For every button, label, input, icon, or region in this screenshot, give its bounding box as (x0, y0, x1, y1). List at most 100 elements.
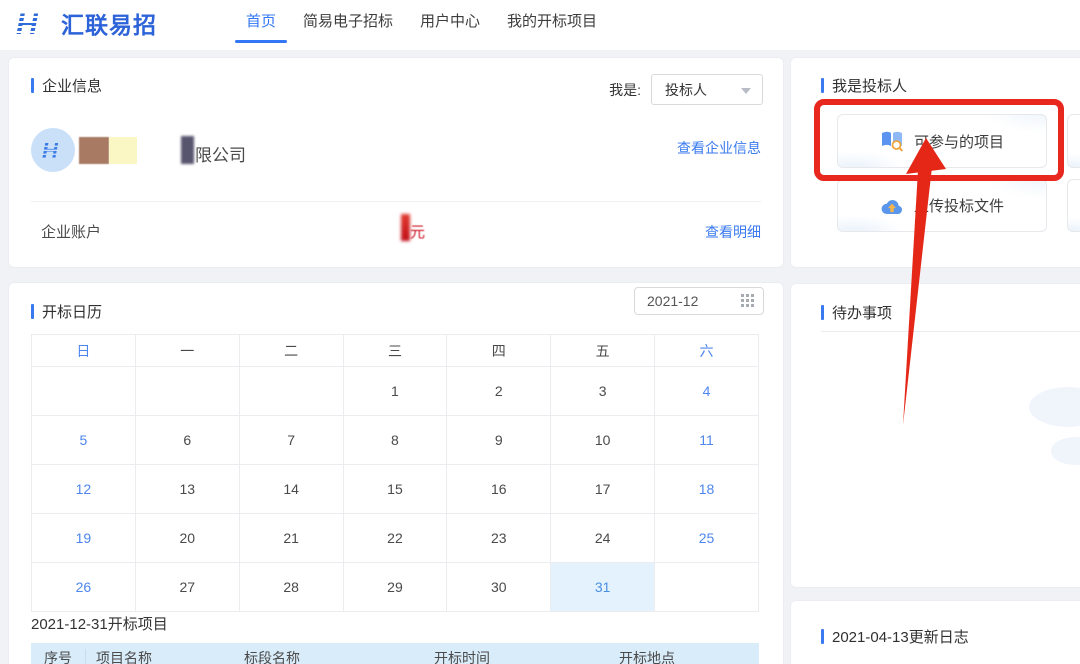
redacted-account-amount (401, 214, 410, 241)
nav-item-my-bid-opening[interactable]: 我的开标项目 (507, 0, 597, 46)
calendar-day[interactable]: 1 (343, 367, 447, 416)
company-avatar: H (31, 128, 75, 172)
calendar-day[interactable]: 25 (655, 514, 759, 563)
divider (31, 201, 761, 202)
brand-name: 汇联易招 (61, 6, 157, 40)
month-picker (634, 287, 764, 315)
calendar-day[interactable]: 15 (343, 465, 447, 514)
cloud-decoration (1029, 387, 1080, 427)
calendar-day[interactable]: 9 (447, 416, 551, 465)
open-projects-title: 2021-12-31开标项目 (31, 613, 168, 634)
calendar-day[interactable]: 23 (447, 514, 551, 563)
calendar-week-row: 12 13 14 15 16 17 18 (32, 465, 759, 514)
nav-item-user-center[interactable]: 用户中心 (420, 0, 480, 46)
column-header-open-place: 开标地点 (609, 648, 759, 664)
calendar-day-empty (655, 563, 759, 612)
role-select[interactable]: 投标人 (651, 74, 763, 105)
calendar-title: 开标日历 (31, 301, 102, 322)
todo-panel-title: 待办事项 (821, 302, 892, 323)
calendar-day[interactable]: 17 (551, 465, 655, 514)
book-search-icon (880, 130, 904, 152)
title-accent-bar (821, 78, 824, 93)
calendar-day[interactable]: 13 (135, 465, 239, 514)
column-header-section-name: 标段名称 (234, 648, 424, 664)
calendar-day[interactable]: 26 (32, 563, 136, 612)
calendar-day-empty (32, 367, 136, 416)
calendar-day[interactable]: 21 (239, 514, 343, 563)
joinable-projects-button[interactable]: 可参与的项目 (837, 114, 1047, 168)
calendar-week-row: 5 6 7 8 9 10 11 (32, 416, 759, 465)
calendar-panel: 开标日历 日 一 二 三 四 五 六 (8, 282, 784, 664)
title-accent-bar (31, 78, 34, 93)
calendar-day[interactable]: 12 (32, 465, 136, 514)
open-projects-table-header: 序号 项目名称 标段名称 开标时间 开标地点 (31, 643, 759, 664)
avatar-logo-icon: H (40, 139, 66, 161)
calendar-day[interactable]: 19 (32, 514, 136, 563)
nav-item-simple-ebidding[interactable]: 简易电子招标 (303, 0, 393, 46)
calendar-day[interactable]: 18 (655, 465, 759, 514)
calendar-day[interactable]: 5 (32, 416, 136, 465)
calendar-day-empty (239, 367, 343, 416)
calendar-day[interactable]: 30 (447, 563, 551, 612)
title-accent-bar (821, 629, 824, 644)
company-info-title: 企业信息 (31, 75, 102, 96)
brand-logo[interactable]: H 汇联易招 (14, 6, 157, 40)
cutoff-button[interactable] (1067, 114, 1080, 168)
calendar-day-empty (135, 367, 239, 416)
calendar-day[interactable]: 3 (551, 367, 655, 416)
calendar-day[interactable]: 10 (551, 416, 655, 465)
view-company-info-link[interactable]: 查看企业信息 (677, 138, 761, 158)
calendar-day[interactable]: 29 (343, 563, 447, 612)
cutoff-button[interactable] (1067, 179, 1080, 232)
joinable-projects-label: 可参与的项目 (914, 131, 1004, 152)
cloud-upload-icon (880, 197, 904, 215)
redacted-company-logo-block (109, 137, 137, 164)
company-info-panel: 企业信息 我是: 投标人 H 限公司 查看企业信息 企业账户 (8, 57, 784, 268)
weekday-header: 五 (551, 335, 655, 367)
account-label: 企业账户 (41, 221, 101, 242)
divider (821, 331, 1080, 332)
calendar-day[interactable]: 20 (135, 514, 239, 563)
weekday-header: 三 (343, 335, 447, 367)
bidder-panel: 我是投标人 可参与的项目 上传投标文件 (790, 57, 1080, 268)
calendar-day-selected[interactable]: 31 (551, 563, 655, 612)
calendar-grid-icon (741, 294, 755, 308)
title-accent-bar (31, 304, 34, 319)
title-accent-bar (821, 305, 824, 320)
upload-bid-file-label: 上传投标文件 (914, 195, 1004, 216)
view-account-detail-link[interactable]: 查看明细 (705, 222, 761, 242)
weekday-header: 四 (447, 335, 551, 367)
column-header-index: 序号 (31, 649, 86, 664)
calendar-day[interactable]: 7 (239, 416, 343, 465)
calendar-day[interactable]: 4 (655, 367, 759, 416)
role-row: 我是: 投标人 (609, 74, 763, 105)
redacted-company-name-block (181, 136, 194, 164)
calendar-day[interactable]: 2 (447, 367, 551, 416)
main-nav: 首页 简易电子招标 用户中心 我的开标项目 (246, 0, 597, 46)
column-header-open-time: 开标时间 (424, 648, 609, 664)
calendar-day[interactable]: 6 (135, 416, 239, 465)
calendar-day[interactable]: 16 (447, 465, 551, 514)
calendar-day[interactable]: 11 (655, 416, 759, 465)
nav-item-home[interactable]: 首页 (246, 0, 276, 46)
bidder-panel-title: 我是投标人 (821, 75, 907, 96)
weekday-header: 六 (655, 335, 759, 367)
svg-text:H: H (42, 139, 59, 161)
calendar-day[interactable]: 24 (551, 514, 655, 563)
calendar-day[interactable]: 27 (135, 563, 239, 612)
calendar-week-row: 1 2 3 4 (32, 367, 759, 416)
role-select-value: 投标人 (665, 80, 707, 100)
redacted-company-logo-block (79, 137, 109, 164)
role-label: 我是: (609, 80, 641, 100)
weekday-header: 日 (32, 335, 136, 367)
weekday-header: 一 (135, 335, 239, 367)
calendar-week-row: 26 27 28 29 30 31 (32, 563, 759, 612)
calendar-day[interactable]: 22 (343, 514, 447, 563)
chevron-down-icon (741, 88, 751, 94)
calendar-day[interactable]: 28 (239, 563, 343, 612)
calendar-day[interactable]: 8 (343, 416, 447, 465)
upload-bid-file-button[interactable]: 上传投标文件 (837, 179, 1047, 232)
calendar-day[interactable]: 14 (239, 465, 343, 514)
calendar-grid: 日 一 二 三 四 五 六 1 2 3 4 (31, 334, 759, 612)
company-name-text: 限公司 (195, 141, 246, 166)
